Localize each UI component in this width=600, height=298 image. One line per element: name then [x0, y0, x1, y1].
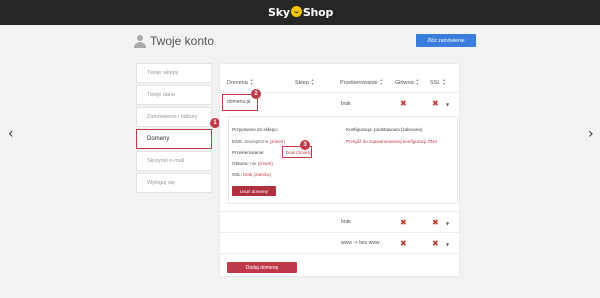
- table-row-redirect: brak: [341, 101, 351, 107]
- page-title-text: Twoje konto: [150, 34, 215, 48]
- ssl-label: SSL:: [232, 172, 242, 177]
- sidebar-item-orders[interactable]: Zamówienia i faktury: [136, 107, 212, 127]
- sort-icon[interactable]: ▲ ▼: [442, 78, 445, 86]
- delete-domain-button[interactable]: Usuń domenę: [232, 186, 276, 196]
- column-header-redirect[interactable]: Przekierowanie ▲ ▼: [340, 78, 383, 86]
- table-row-redirect: brak: [341, 219, 351, 225]
- sidebar-item-details[interactable]: Twoje dane: [136, 85, 212, 105]
- dns-label: DNS:: [232, 139, 243, 144]
- sort-icon[interactable]: ▲ ▼: [416, 78, 419, 86]
- advanced-dns-link[interactable]: Przejdź do zaawansowanej konfiguracji DN…: [346, 139, 437, 144]
- step-badge-3: 3: [300, 140, 310, 150]
- skyshop-logo[interactable]: Sky Shop: [268, 6, 333, 19]
- main-change-link[interactable]: (zmień): [258, 161, 273, 166]
- main-status-icon: ✖: [400, 99, 407, 108]
- column-header-main[interactable]: Główna ▲ ▼: [395, 78, 419, 86]
- page-title: Twoje konto: [134, 34, 214, 48]
- sidebar-item-mailboxes[interactable]: Skrzynki e-mail: [136, 151, 212, 171]
- account-sidebar: Twoje sklepy Twoje dane Zamówienia i fak…: [136, 63, 212, 195]
- sort-icon[interactable]: ▲ ▼: [311, 78, 314, 86]
- main-status-icon: ✖: [400, 239, 407, 248]
- ssl-status-icon: ✖: [432, 239, 439, 248]
- place-order-button[interactable]: Złóż zamówienie: [416, 34, 476, 47]
- main-row: Główna: nie (zmień): [232, 161, 273, 166]
- assign-label: Przypisanie do sklepu:: [232, 127, 278, 132]
- column-header-redirect-label: Przekierowanie: [340, 79, 378, 86]
- main-label: Główna:: [232, 161, 249, 166]
- column-header-ssl[interactable]: SSL ▲ ▼: [430, 78, 446, 86]
- sidebar-item-shops[interactable]: Twoje sklepy: [136, 63, 212, 83]
- ssl-status-icon: ✖: [432, 218, 439, 227]
- dns-value: Zewnętrzne: [244, 139, 269, 144]
- config-label: Konfiguracja: podstawowa (zalecana): [346, 127, 423, 132]
- row-divider: [220, 253, 459, 254]
- prev-arrow-icon[interactable]: ‹: [8, 126, 14, 142]
- add-domain-button[interactable]: Dodaj domenę: [227, 262, 297, 273]
- ssl-status-icon: ✖: [432, 99, 439, 108]
- step-badge-2: 2: [251, 89, 261, 99]
- ssl-row: SSL: brak (zamów): [232, 172, 271, 177]
- sidebar-item-logout[interactable]: Wyloguj się: [136, 173, 212, 193]
- row-divider: [220, 211, 459, 212]
- logo-text-sky: Sky: [268, 6, 290, 19]
- row-divider: [220, 232, 459, 233]
- column-header-domain-label: Domena: [227, 79, 248, 86]
- redirect-label: Przekierowanie:: [232, 150, 265, 155]
- column-header-domain[interactable]: Domena ▲ ▼: [227, 78, 253, 86]
- column-header-main-label: Główna: [395, 79, 414, 86]
- dns-row: DNS: Zewnętrzne (zmień): [232, 139, 285, 144]
- logo-text-shop: Shop: [302, 6, 334, 19]
- expand-row-icon[interactable]: ▼: [446, 242, 449, 247]
- column-header-ssl-label: SSL: [430, 79, 441, 86]
- sidebar-item-domains[interactable]: Domeny: [136, 129, 212, 149]
- sort-icon[interactable]: ▲ ▼: [250, 78, 253, 86]
- next-arrow-icon[interactable]: ›: [588, 126, 594, 142]
- ssl-order-link[interactable]: brak (zamów): [243, 172, 271, 177]
- column-header-shop[interactable]: Sklep ▲ ▼: [295, 78, 314, 86]
- main-value: nie: [250, 161, 257, 166]
- dns-change-link[interactable]: (zmień): [270, 139, 285, 144]
- sort-icon[interactable]: ▲ ▼: [380, 78, 383, 86]
- top-bar: Sky Shop: [0, 0, 600, 25]
- expand-row-icon[interactable]: ▼: [446, 102, 449, 107]
- user-icon: [134, 34, 146, 48]
- redirect-row: Przekierowanie:: [232, 150, 265, 155]
- smile-logo-icon: [290, 6, 302, 17]
- main-status-icon: ✖: [400, 218, 407, 227]
- expand-row-icon[interactable]: ▼: [446, 221, 449, 226]
- column-header-shop-label: Sklep: [295, 79, 309, 86]
- table-row-redirect: www -> bez www: [341, 240, 380, 246]
